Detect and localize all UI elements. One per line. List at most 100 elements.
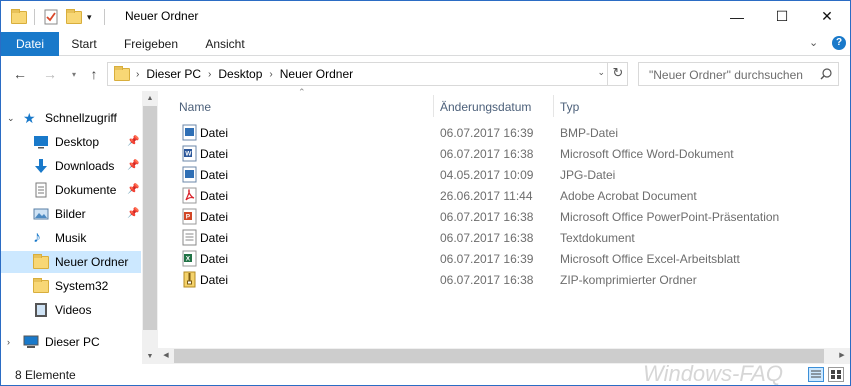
table-row[interactable]: Datei 06.07.2017 16:38 Textdokument [178,227,818,248]
navigation-scrollbar[interactable]: ▲ ▼ [142,91,158,364]
nav-quick-access[interactable]: ⌄ ★ Schnellzugriff [1,107,141,129]
file-name: Datei [200,231,229,245]
properties-icon[interactable] [43,8,59,26]
table-row[interactable]: Datei 06.07.2017 16:38 ZIP-komprimierter… [178,269,818,290]
table-row[interactable]: Datei 26.06.2017 11:44 Adobe Acrobat Doc… [178,185,818,206]
navigation-pane: ⌄ ★ Schnellzugriff Desktop Downloads Dok… [1,91,158,364]
breadcrumb-this-pc[interactable]: Dieser PC [146,67,201,81]
nav-label: Dokumente [55,183,117,197]
file-name: Datei [200,126,229,140]
nav-label: Musik [55,231,87,245]
customize-quick-access-icon[interactable]: ▾ [87,8,92,26]
chevron-right-icon: › [136,68,140,80]
forward-arrow-icon[interactable]: → [41,65,59,83]
pdf-icon [182,187,197,204]
tab-start[interactable]: Start [59,32,109,56]
computer-icon [23,335,39,348]
jpg-icon [182,166,197,183]
downloads-icon [35,159,47,173]
breadcrumb-current-folder[interactable]: Neuer Ordner [280,67,353,81]
videos-icon [35,303,47,317]
column-divider[interactable] [553,95,554,117]
tab-file[interactable]: Datei [1,32,59,56]
search-placeholder: "Neuer Ordner" durchsuchen [649,68,803,82]
folder-icon [33,278,49,294]
tab-share[interactable]: Freigeben [113,32,189,56]
scroll-left-icon[interactable]: ◀ [158,348,174,364]
up-arrow-icon[interactable]: ↑ [85,65,103,83]
chevron-down-icon[interactable]: ⌄ [7,113,23,124]
title-bar: ▾ Neuer Ordner — ☐ ✕ [1,1,850,32]
large-icons-view-icon[interactable] [828,367,844,382]
zip-icon [183,271,196,288]
nav-item-pictures[interactable]: Bilder [1,203,141,225]
scroll-right-icon[interactable]: ▶ [834,348,850,364]
table-row[interactable]: X Datei 06.07.2017 16:39 Microsoft Offic… [178,248,818,269]
table-row[interactable]: Datei 06.07.2017 16:39 BMP-Datei [178,122,818,143]
breadcrumb-desktop[interactable]: Desktop [218,67,262,81]
table-row[interactable]: P Datei 06.07.2017 16:38 Microsoft Offic… [178,206,818,227]
svg-text:P: P [186,214,191,221]
tab-view[interactable]: Ansicht [195,32,255,56]
help-icon[interactable]: ? [832,36,846,50]
file-name: Datei [200,189,229,203]
expand-ribbon-icon[interactable]: ⌄ [809,36,818,49]
chevron-right-icon: › [208,68,212,80]
pin-icon[interactable]: 📌 [127,184,139,195]
table-row[interactable]: Datei 04.05.2017 10:09 JPG-Datei [178,164,818,185]
address-dropdown-icon[interactable]: ⌄ [597,67,605,78]
separator [34,8,35,26]
nav-item-neuer-ordner[interactable]: Neuer Ordner [1,251,141,273]
recent-locations-icon[interactable]: ▾ [65,65,83,83]
column-header-date[interactable]: Änderungsdatum [440,95,531,119]
ribbon-tabs: Datei Start Freigeben Ansicht ⌄ ? [1,32,850,56]
details-view-icon[interactable] [808,367,824,382]
word-icon: W [182,145,197,162]
search-box[interactable]: "Neuer Ordner" durchsuchen [638,62,839,86]
navigation-row: ← → ▾ ↑ › Dieser PC › Desktop › Neuer Or… [1,57,850,91]
column-header-type[interactable]: Typ [560,95,579,119]
file-type: Microsoft Office Word-Dokument [560,147,734,161]
nav-label: Neuer Ordner [55,255,129,269]
svg-text:W: W [185,151,192,158]
table-row[interactable]: W Datei 06.07.2017 16:38 Microsoft Offic… [178,143,818,164]
file-date: 04.05.2017 10:09 [440,168,534,182]
nav-this-pc[interactable]: › Dieser PC [1,331,141,353]
nav-item-documents[interactable]: Dokumente [1,179,141,201]
pin-icon[interactable]: 📌 [127,160,139,171]
file-date: 06.07.2017 16:38 [440,231,534,245]
refresh-icon[interactable]: ↻ [607,62,628,86]
back-arrow-icon[interactable]: ← [11,65,29,83]
chevron-right-icon: › [269,68,273,80]
scroll-up-icon[interactable]: ▲ [142,91,158,106]
nav-item-system32[interactable]: System32 [1,275,141,297]
documents-icon [35,182,47,198]
search-icon[interactable] [820,68,832,80]
text-icon [182,229,197,246]
window-title: Neuer Ordner [125,9,199,23]
close-button[interactable]: ✕ [804,1,850,32]
file-type: Adobe Acrobat Document [560,189,697,203]
sort-ascending-icon: ⌃ [298,87,306,97]
chevron-right-icon[interactable]: › [7,337,23,347]
pin-icon[interactable]: 📌 [127,208,139,219]
nav-item-videos[interactable]: Videos [1,299,141,321]
scrollbar-thumb[interactable] [143,106,157,330]
music-icon: ♪ [33,229,41,246]
file-type: Textdokument [560,231,635,245]
minimize-button[interactable]: — [714,1,760,32]
nav-item-music[interactable]: ♪ Musik [1,227,141,249]
pin-icon[interactable]: 📌 [127,136,139,147]
nav-label: Desktop [55,135,100,149]
new-folder-icon[interactable] [66,8,82,26]
desktop-icon [34,136,48,149]
column-divider[interactable] [433,95,434,117]
column-header-name[interactable]: Name [179,95,211,119]
scroll-down-icon[interactable]: ▼ [142,349,158,364]
address-bar[interactable]: › Dieser PC › Desktop › Neuer Ordner ⌄ ↻ [107,62,628,86]
nav-item-desktop[interactable]: Desktop [1,131,141,153]
file-type: Microsoft Office PowerPoint-Präsentation [560,210,780,224]
file-name: Datei [200,252,229,266]
nav-item-downloads[interactable]: Downloads [1,155,141,177]
maximize-button[interactable]: ☐ [759,1,805,32]
